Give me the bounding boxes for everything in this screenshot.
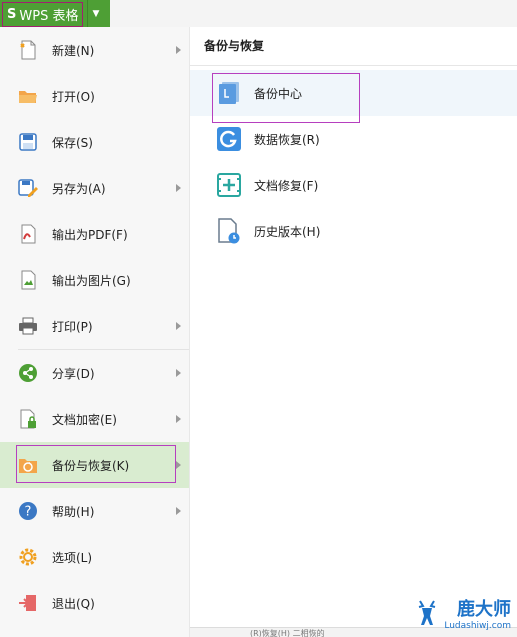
submenu-arrow-icon bbox=[176, 507, 181, 515]
submenu-item-label: 文档修复(F) bbox=[254, 178, 319, 193]
app-logo-area[interactable]: S WPS 表格 bbox=[2, 2, 84, 27]
background-tab-text: (R)恢复(H) 二相恢的 bbox=[250, 629, 325, 637]
menu-item-help[interactable]: ? 帮助(H) bbox=[0, 488, 189, 534]
menu-item-encrypt[interactable]: 文档加密(E) bbox=[0, 396, 189, 442]
submenu-item-backup-center[interactable]: 备份中心 bbox=[190, 70, 517, 123]
deer-logo-icon bbox=[419, 600, 436, 625]
submenu-item-history[interactable]: 历史版本(H) bbox=[190, 208, 517, 254]
menu-item-exit[interactable]: 退出(Q) bbox=[0, 580, 189, 626]
exit-icon bbox=[18, 593, 38, 613]
menu-item-label: 新建(N) bbox=[52, 43, 95, 58]
pdf-icon bbox=[18, 224, 38, 244]
image-export-icon bbox=[18, 270, 38, 290]
backup-folder-icon bbox=[18, 455, 38, 475]
watermark-title: 鹿大师 bbox=[457, 599, 511, 620]
document-repair-icon bbox=[216, 172, 242, 198]
submenu-arrow-icon bbox=[176, 369, 181, 377]
submenu-item-doc-repair[interactable]: 文档修复(F) bbox=[190, 162, 517, 208]
save-icon bbox=[18, 132, 38, 152]
history-version-icon bbox=[216, 218, 242, 244]
highlight-box bbox=[16, 445, 176, 483]
document-lock-icon bbox=[18, 409, 38, 429]
submenu-arrow-icon bbox=[176, 322, 181, 330]
menu-item-options[interactable]: 选项(L) bbox=[0, 534, 189, 580]
submenu-arrow-icon bbox=[176, 46, 181, 54]
svg-text:?: ? bbox=[25, 505, 32, 520]
submenu-item-data-recovery[interactable]: 数据恢复(R) bbox=[190, 116, 517, 162]
data-recovery-icon bbox=[216, 126, 242, 152]
backup-center-icon bbox=[216, 80, 242, 106]
menu-item-label: 帮助(H) bbox=[52, 504, 95, 519]
wps-logo-icon: S bbox=[7, 7, 16, 22]
submenu-item-label: 历史版本(H) bbox=[254, 224, 321, 239]
app-menu-button[interactable]: S WPS 表格 ▼ bbox=[0, 0, 110, 27]
menu-item-share[interactable]: 分享(D) bbox=[0, 350, 189, 396]
folder-open-icon bbox=[18, 86, 38, 106]
menu-item-label: 选项(L) bbox=[52, 550, 93, 565]
panel-title: 备份与恢复 bbox=[190, 27, 517, 66]
menu-item-export-image[interactable]: 输出为图片(G) bbox=[0, 257, 189, 303]
new-file-icon bbox=[18, 40, 38, 60]
printer-icon bbox=[18, 316, 38, 336]
menu-item-export-pdf[interactable]: 输出为PDF(F) bbox=[0, 211, 189, 257]
menu-item-save-as[interactable]: 另存为(A) bbox=[0, 165, 189, 211]
file-menu: 新建(N) 打开(O) 保存(S) 另存为(A) 输出为PDF(F) 输出为图片… bbox=[0, 27, 190, 637]
menu-item-save[interactable]: 保存(S) bbox=[0, 119, 189, 165]
menu-item-backup[interactable]: 备份与恢复(K) bbox=[0, 442, 189, 488]
submenu-arrow-icon bbox=[176, 184, 181, 192]
menu-item-label: 退出(Q) bbox=[52, 596, 95, 611]
menu-item-label: 另存为(A) bbox=[52, 181, 106, 196]
dropdown-arrow-icon[interactable]: ▼ bbox=[92, 9, 99, 19]
share-icon bbox=[18, 363, 38, 383]
submenu-arrow-icon bbox=[176, 415, 181, 423]
save-as-icon bbox=[18, 178, 38, 198]
menu-item-label: 打印(P) bbox=[52, 319, 93, 334]
menu-item-label: 打开(O) bbox=[52, 89, 95, 104]
menu-item-label: 输出为图片(G) bbox=[52, 273, 131, 288]
app-title: WPS 表格 bbox=[19, 9, 79, 24]
toolbar-strip bbox=[110, 0, 517, 28]
divider bbox=[87, 0, 89, 27]
submenu-arrow-icon bbox=[176, 461, 181, 469]
submenu-item-label: 数据恢复(R) bbox=[254, 132, 320, 147]
menu-item-label: 保存(S) bbox=[52, 135, 93, 150]
menu-item-open[interactable]: 打开(O) bbox=[0, 73, 189, 119]
gear-icon bbox=[18, 547, 38, 567]
watermark-url: Ludashiwj.com bbox=[444, 621, 511, 631]
menu-item-new[interactable]: 新建(N) bbox=[0, 27, 189, 73]
menu-item-label: 文档加密(E) bbox=[52, 412, 117, 427]
menu-item-label: 输出为PDF(F) bbox=[52, 227, 128, 242]
watermark: 鹿大师 Ludashiwj.com bbox=[414, 595, 511, 631]
menu-item-print[interactable]: 打印(P) bbox=[0, 303, 189, 349]
help-icon: ? bbox=[18, 501, 38, 521]
backup-submenu-panel: 备份与恢复 备份中心 数据恢复(R) 文档修复(F) 历史版本(H) bbox=[190, 27, 517, 637]
menu-item-label: 分享(D) bbox=[52, 366, 95, 381]
